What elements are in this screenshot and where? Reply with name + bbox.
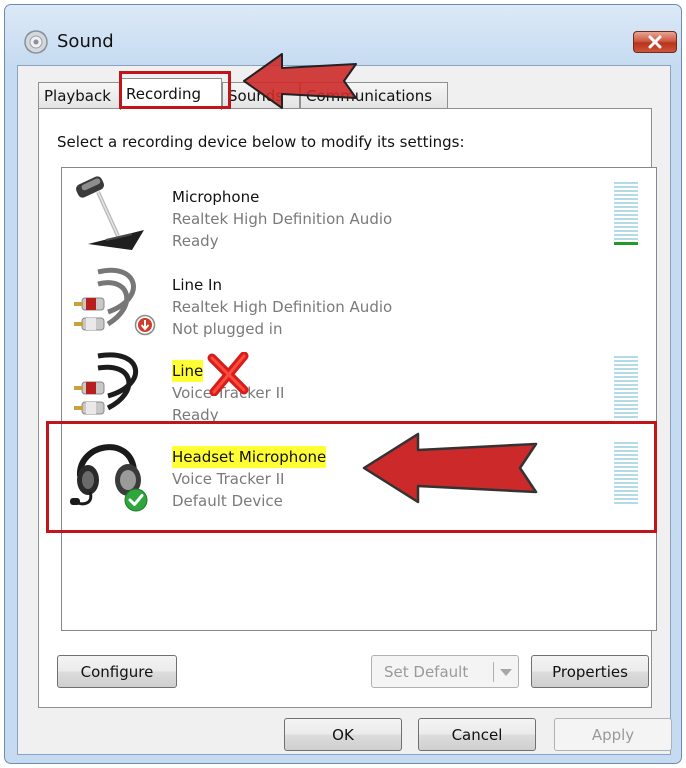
device-driver: Realtek High Definition Audio [172,298,393,316]
cancel-button[interactable]: Cancel [418,718,536,751]
set-default-button: Set Default [371,655,519,688]
device-text-line: Line Voice Tracker II Ready [172,360,284,426]
apply-button: Apply [554,718,672,751]
sound-dialog: Sound Playback Recording Sounds Communic… [4,4,682,764]
instruction-text: Select a recording device below to modif… [57,133,465,151]
device-item-line-in[interactable]: Line In Realtek High Definition Audio No… [62,258,658,342]
title-bar[interactable]: Sound [5,5,681,65]
device-name: Line In [172,276,222,294]
device-status: Ready [172,232,219,250]
speaker-icon [24,30,48,54]
device-driver: Realtek High Definition Audio [172,210,393,228]
device-text-microphone: Microphone Realtek High Definition Audio… [172,186,392,252]
window-title: Sound [57,31,114,52]
line-cable-icon [74,352,138,415]
dialog-client-area: Playback Recording Sounds Communications… [17,65,672,755]
device-item-line[interactable]: Line Voice Tracker II Ready [62,344,658,428]
tab-communications[interactable]: Communications [300,82,448,109]
level-meter [614,442,638,508]
chevron-down-icon [500,669,512,676]
device-text-line-in: Line In Realtek High Definition Audio No… [172,274,392,340]
tab-recording[interactable]: Recording [120,78,222,110]
properties-button[interactable]: Properties [531,655,649,688]
unplugged-arrow-icon [134,314,156,336]
level-meter [614,182,638,248]
device-status: Not plugged in [172,320,283,338]
microphone-icon [75,176,144,250]
device-item-microphone[interactable]: Microphone Realtek High Definition Audio… [62,170,658,254]
recording-device-list[interactable]: Microphone Realtek High Definition Audio… [61,167,657,631]
recording-tab-panel: Select a recording device below to modif… [38,108,657,708]
close-button[interactable] [633,31,677,53]
default-check-icon [124,488,148,512]
device-driver: Voice Tracker II [172,384,285,402]
device-driver: Voice Tracker II [172,470,285,488]
close-icon [648,35,662,49]
tab-playback[interactable]: Playback [38,82,120,109]
configure-button[interactable]: Configure [57,655,177,688]
tab-sounds[interactable]: Sounds [222,82,300,109]
device-item-headset-microphone[interactable]: Headset Microphone Voice Tracker II Defa… [62,430,658,514]
device-status: Default Device [172,492,283,510]
device-text-headset-microphone: Headset Microphone Voice Tracker II Defa… [172,446,327,512]
device-name: Microphone [172,188,260,206]
device-name: Headset Microphone [172,446,327,468]
device-status: Ready [172,406,219,424]
device-name: Line [172,360,204,382]
ok-button[interactable]: OK [284,718,402,751]
level-meter [614,356,638,422]
